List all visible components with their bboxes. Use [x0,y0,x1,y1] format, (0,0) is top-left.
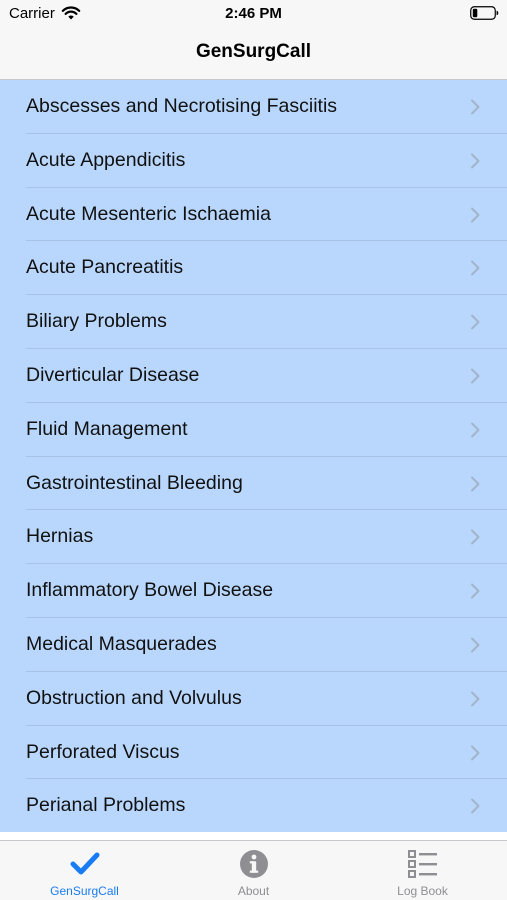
topic-row[interactable]: Biliary Problems [0,295,507,349]
topic-row[interactable]: Acute Mesenteric Ischaemia [0,188,507,242]
tab-label: GenSurgCall [50,884,119,898]
topic-label: Perforated Viscus [26,740,180,763]
topic-label: Medical Masquerades [26,632,217,655]
topic-label: Acute Appendicitis [26,148,186,171]
topic-row[interactable]: Perforated Viscus [0,726,507,780]
topic-label: Inflammatory Bowel Disease [26,579,274,602]
topic-label: Obstruction and Volvulus [26,686,242,709]
topic-list: Abscesses and Necrotising Fasciitis Acute… [0,80,507,832]
topic-label: Abscesses and Necrotising Fasciitis [26,95,338,117]
chevron-right-icon [471,260,480,276]
chevron-right-icon [471,153,480,169]
navigation-bar: GenSurgCall [0,28,507,80]
nav-title: GenSurgCall [195,41,312,62]
topic-label: Hernias [26,525,94,548]
chevron-right-icon [471,583,480,599]
chevron-right-icon [471,745,480,761]
topic-label: Gastrointestinal Bleeding [26,471,243,494]
info-icon [240,850,268,878]
clock-time: 2:46 PM [225,5,282,22]
topic-label: Biliary Problems [26,310,167,333]
chevron-right-icon [471,314,480,330]
list-icon [408,850,437,878]
topic-label: Perianal Problems [26,794,186,817]
chevron-right-icon [471,99,480,115]
tab-gensurgcall[interactable]: GenSurgCall [0,841,169,900]
chevron-right-icon [471,637,480,653]
chevron-right-icon [471,422,480,438]
chevron-right-icon [471,476,480,492]
topic-row[interactable]: Perianal Problems [0,779,507,833]
topic-row[interactable]: Medical Masquerades [0,618,507,672]
tab-label: About [237,884,270,898]
topic-row[interactable]: Diverticular Disease [0,349,507,403]
tab-about[interactable]: About [169,841,338,900]
topic-row[interactable]: Acute Appendicitis [0,134,507,188]
topic-row[interactable]: Abscesses and Necrotising Fasciitis [0,80,507,134]
checkmark-icon [70,852,100,875]
status-bar: Carrier 2:46 PM [0,0,507,28]
chevron-right-icon [471,691,480,707]
topic-row[interactable]: Obstruction and Volvulus [0,672,507,726]
topic-label: Acute Pancreatitis [26,256,184,279]
chevron-right-icon [471,368,480,384]
topic-label: Acute Mesenteric Ischaemia [26,202,271,225]
chevron-right-icon [471,207,480,223]
chevron-right-icon [471,529,480,545]
topic-label: Diverticular Disease [26,363,200,386]
topic-label: Fluid Management [26,417,188,440]
tab-bar: GenSurgCall About Log Book [0,840,507,900]
topic-row[interactable]: Fluid Management [0,403,507,457]
chevron-right-icon [471,798,480,814]
topic-row[interactable]: Inflammatory Bowel Disease [0,564,507,618]
tab-label: Log Book [397,884,448,898]
battery-icon [470,6,499,20]
topic-row[interactable]: Hernias [0,510,507,565]
topic-row[interactable]: Acute Pancreatitis [0,241,507,296]
tab-log-book[interactable]: Log Book [338,841,507,900]
topic-row[interactable]: Gastrointestinal Bleeding [0,457,507,511]
